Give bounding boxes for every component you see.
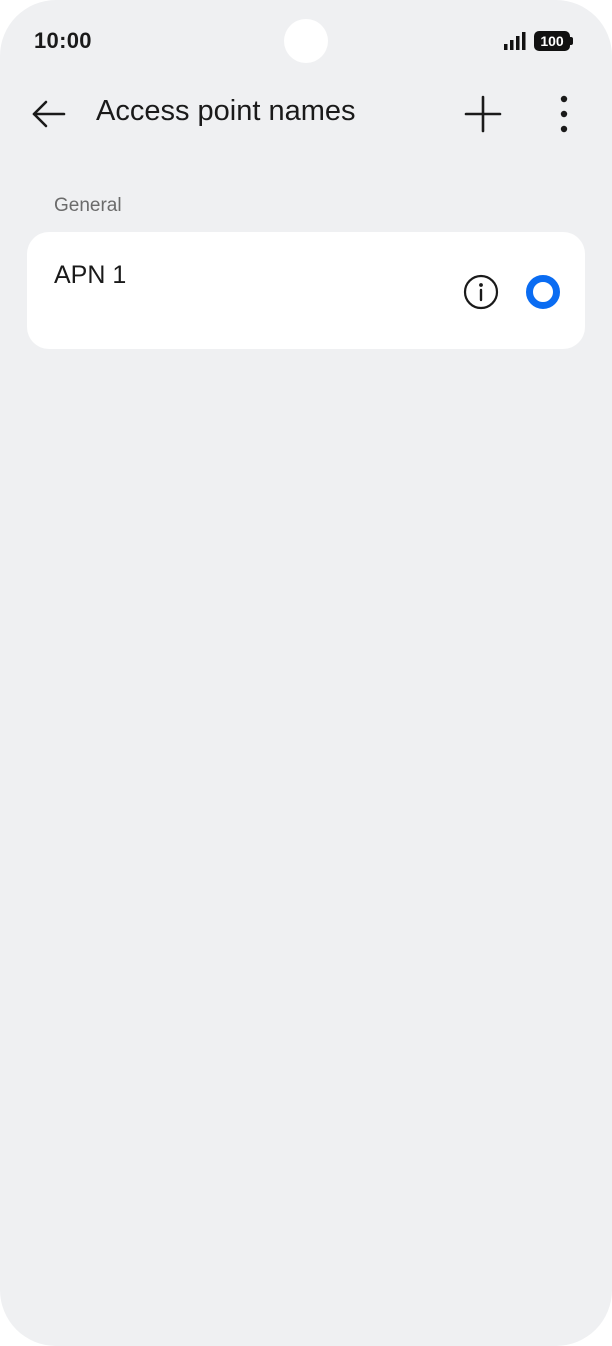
battery-level: 100 bbox=[540, 33, 564, 49]
back-button[interactable] bbox=[24, 90, 72, 138]
apn-list-item[interactable]: APN 1 bbox=[27, 232, 585, 349]
page-title: Access point names bbox=[96, 95, 356, 127]
app-bar: Access point names bbox=[0, 84, 612, 144]
status-bar: 10:00 100 bbox=[0, 0, 612, 84]
section-header-general: General bbox=[54, 195, 122, 216]
radio-selected-icon bbox=[526, 275, 560, 309]
battery-icon: 100 bbox=[534, 31, 574, 51]
arrow-left-icon bbox=[32, 100, 66, 128]
info-icon bbox=[463, 274, 499, 310]
camera-cutout bbox=[284, 19, 328, 63]
plus-icon bbox=[464, 95, 502, 133]
more-vertical-icon bbox=[560, 95, 568, 133]
apn-name: APN 1 bbox=[54, 261, 127, 289]
more-options-button[interactable] bbox=[540, 90, 588, 138]
apn-info-button[interactable] bbox=[461, 272, 501, 312]
apn-radio-button[interactable] bbox=[523, 272, 563, 312]
add-apn-button[interactable] bbox=[459, 90, 507, 138]
phone-screen: 10:00 100 Access point names General APN… bbox=[0, 0, 612, 1346]
battery-tip bbox=[570, 37, 573, 45]
signal-icon bbox=[504, 32, 526, 50]
status-time: 10:00 bbox=[34, 28, 92, 53]
